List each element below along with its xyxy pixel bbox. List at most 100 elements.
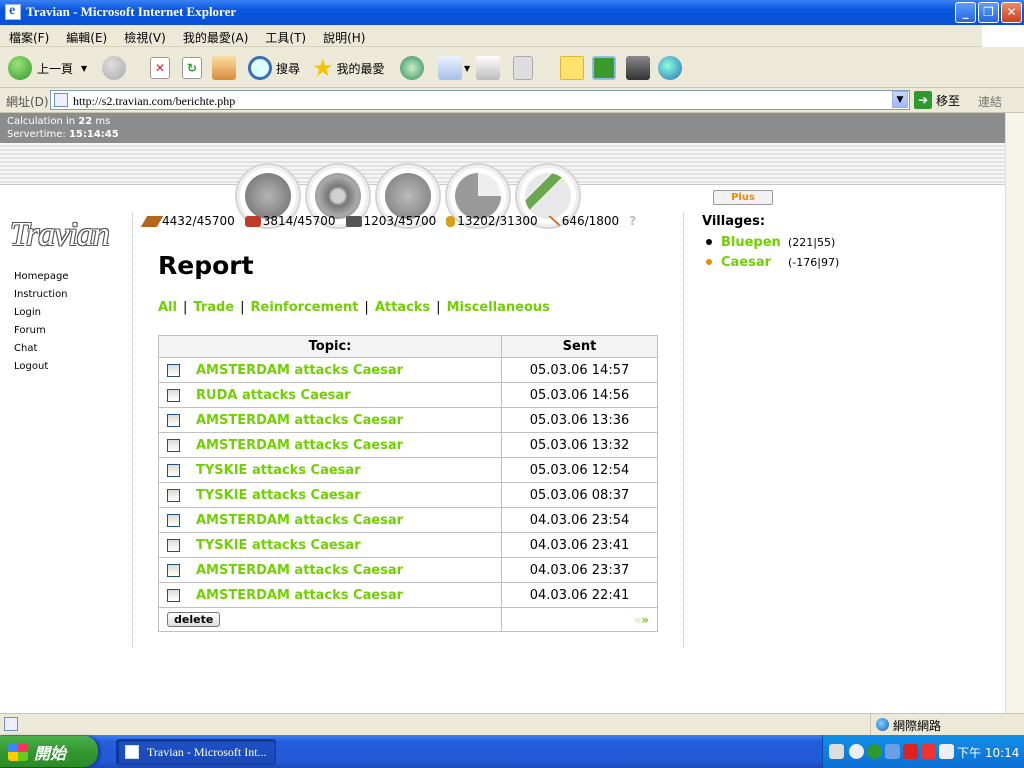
icq-tray-icon[interactable] [867,744,882,759]
messenger-button[interactable] [658,53,682,83]
edit-button[interactable] [513,53,533,83]
iron-value: 1203/45700 [363,214,437,228]
favorites-button[interactable]: ★ 我的最愛 [312,53,385,83]
window-titlebar[interactable]: Travian - Microsoft Internet Explorer _ … [0,0,1024,25]
note-icon [560,56,584,80]
row-checkbox[interactable] [167,388,180,402]
menu-view[interactable]: 檢視(V) [115,25,174,46]
report-link[interactable]: AMSTERDAM attacks Caesar [196,363,403,378]
close-button[interactable]: ✕ [1001,2,1022,23]
page-scrollbar[interactable] [1005,113,1024,713]
report-link[interactable]: AMSTERDAM attacks Caesar [196,563,403,578]
delete-button[interactable]: delete [167,612,221,627]
filter-miscellaneous[interactable]: Miscellaneous [447,300,550,315]
mail-button[interactable]: ▼ [438,53,470,83]
fields-icon [245,173,291,219]
report-link[interactable]: TYSKIE attacks Caesar [196,538,361,553]
address-dropdown-icon[interactable]: ▼ [892,91,908,108]
start-button[interactable]: 開始 [0,736,98,767]
go-button[interactable]: ➔ 移至 [914,91,960,109]
sidebar-item-instruction[interactable]: Instruction [14,286,69,304]
download-button[interactable] [626,53,650,83]
row-checkbox[interactable] [167,588,180,602]
notes-button[interactable] [560,53,584,83]
toolbar: 上一頁 ▼ ✕ ↻ 搜尋 ★ 我的最愛 ▼ [0,47,1024,88]
print-button[interactable] [476,53,500,83]
tray-toggle-icon[interactable] [849,744,864,759]
home-button[interactable] [212,53,236,83]
plus-button[interactable]: Plus [713,190,773,205]
row-checkbox[interactable] [167,488,180,502]
task-label: Travian - Microsoft Int... [147,745,267,759]
filter-trade[interactable]: Trade [193,300,234,315]
sidebar-item-chat[interactable]: Chat [14,340,69,358]
report-sent: 04.03.06 23:37 [501,557,658,583]
report-sent: 04.03.06 23:41 [501,532,658,558]
download-icon [626,56,650,80]
antivirus-tray-icon[interactable] [939,744,954,759]
sidebar-item-login[interactable]: Login [14,304,69,322]
forward-button[interactable] [102,53,126,83]
server-time-line: Servertime: 15:14:45 [7,128,1005,141]
menu-tools[interactable]: 工具(T) [256,25,314,46]
row-checkbox[interactable] [167,413,180,427]
row-checkbox[interactable] [167,363,180,377]
menu-file[interactable]: 檔案(F) [0,25,57,46]
keyboard-icon[interactable] [829,744,844,759]
menu-favorites[interactable]: 我的最愛(A) [174,25,257,46]
taskbar-item-ie[interactable]: Travian - Microsoft Int... [116,739,276,765]
reports-icon [525,173,571,219]
links-button[interactable]: 連結 [978,93,1002,110]
icq-button[interactable] [592,53,616,83]
row-checkbox[interactable] [167,563,180,577]
table-footer-row: delete «» [159,607,658,632]
report-link[interactable]: TYSKIE attacks Caesar [196,488,361,503]
report-link[interactable]: AMSTERDAM attacks Caesar [196,513,403,528]
windows-flag-icon [8,743,28,761]
sidebar-item-homepage[interactable]: Homepage [14,268,69,286]
row-checkbox[interactable] [167,513,180,527]
filter-all[interactable]: All [158,300,177,315]
village-name[interactable]: Bluepen [721,235,788,250]
table-row: RUDA attacks Caesar 05.03.06 14:56 [158,382,658,408]
calc-unit: ms [95,116,111,127]
report-sent: 05.03.06 13:32 [501,432,658,458]
report-link[interactable]: RUDA attacks Caesar [196,388,351,403]
row-checkbox[interactable] [167,438,180,452]
stop-button[interactable]: ✕ [150,53,170,83]
menu-edit[interactable]: 編輯(E) [57,25,115,46]
security-tray-icon[interactable] [903,744,918,759]
page-icon [54,93,68,107]
help-icon[interactable]: ? [629,214,636,228]
row-checkbox[interactable] [167,538,180,552]
report-link[interactable]: AMSTERDAM attacks Caesar [196,438,403,453]
table-row: AMSTERDAM attacks Caesar 05.03.06 13:36 [158,407,658,433]
report-link[interactable]: TYSKIE attacks Caesar [196,463,361,478]
sidebar-item-logout[interactable]: Logout [14,358,69,376]
filter-reinforcement[interactable]: Reinforcement [251,300,359,315]
filter-attacks[interactable]: Attacks [375,300,430,315]
back-dropdown-icon[interactable]: ▼ [81,64,87,73]
report-link[interactable]: AMSTERDAM attacks Caesar [196,588,403,603]
mail-dropdown-icon[interactable]: ▼ [464,64,470,73]
village-icon [315,173,361,219]
pager-next[interactable]: » [641,613,649,627]
search-button[interactable]: 搜尋 [248,53,300,83]
minimize-button[interactable]: _ [955,2,976,23]
refresh-button[interactable]: ↻ [182,53,202,83]
sidebar-item-forum[interactable]: Forum [14,322,69,340]
wood-value: 4432/45700 [162,214,235,228]
address-input[interactable]: http://s2.travian.com/berichte.php [50,90,910,110]
maximize-button[interactable]: ❐ [978,2,999,23]
messenger-tray-icon[interactable] [885,744,900,759]
menu-help[interactable]: 說明(H) [314,25,373,46]
travian-logo[interactable]: Travian [8,210,132,253]
history-button[interactable] [400,53,424,83]
header-topic: Topic: [158,335,502,358]
village-name[interactable]: Caesar [721,255,788,270]
row-checkbox[interactable] [167,463,180,477]
network-tray-icon[interactable] [921,744,936,759]
back-button[interactable]: 上一頁 ▼ [8,53,87,83]
page-title: Report [158,251,254,280]
report-link[interactable]: AMSTERDAM attacks Caesar [196,413,403,428]
